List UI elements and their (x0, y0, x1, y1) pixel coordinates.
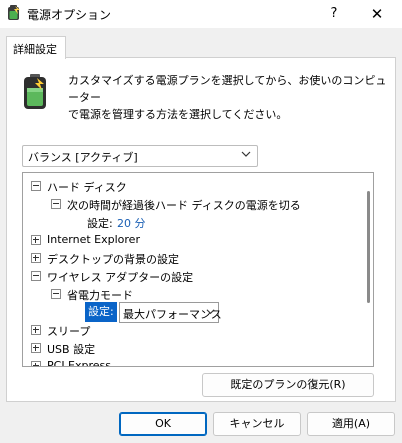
tree-item-label: PCI Express (47, 359, 112, 367)
setting-label: 設定: (87, 217, 113, 230)
ok-button[interactable]: OK (119, 412, 207, 436)
description-line-1: カスタマイズする電源プランを選択してから、お使いのコンピューター (68, 74, 387, 104)
tree-item-sleep[interactable]: スリープ (23, 321, 353, 339)
tree-item-wireless-adapter[interactable]: ワイヤレス アダプターの設定 (23, 267, 353, 285)
description-text: カスタマイズする電源プランを選択してから、お使いのコンピューター で電源を管理す… (68, 72, 388, 123)
tree-item-hard-disk-turn-off[interactable]: 次の時間が経過後ハード ディスクの電源を切る (23, 195, 353, 213)
tree-item-label: Internet Explorer (47, 233, 140, 246)
cancel-button[interactable]: キャンセル (213, 412, 301, 436)
setting-value-link[interactable]: 20 分 (117, 215, 146, 231)
tab-label: 詳細設定 (13, 43, 57, 56)
tab-advanced-settings[interactable]: 詳細設定 (6, 36, 66, 59)
tree-item-hard-disk-setting[interactable]: 設定: 20 分 (23, 213, 353, 231)
collapse-icon[interactable] (31, 271, 41, 281)
power-saving-select[interactable]: 最大パフォーマンス (119, 302, 222, 323)
tree-item-label: 省電力モード (67, 289, 133, 302)
power-plan-select[interactable]: バランス [アクティブ] (22, 145, 258, 167)
tree-item-pci-express[interactable]: PCI Express (23, 357, 353, 367)
power-plan-value: バランス [アクティブ] (28, 151, 138, 164)
tree-item-internet-explorer[interactable]: Internet Explorer (23, 231, 353, 249)
close-button[interactable]: ✕ (362, 3, 392, 25)
expand-icon[interactable] (31, 343, 41, 353)
tree-item-hard-disk[interactable]: ハード ディスク (23, 177, 353, 195)
tree-item-usb[interactable]: USB 設定 (23, 339, 353, 357)
chevron-down-icon (206, 309, 215, 315)
settings-tree[interactable]: ハード ディスク 次の時間が経過後ハード ディスクの電源を切る 設定: 20 分… (22, 172, 374, 367)
tree-item-label: スリープ (47, 325, 91, 338)
power-options-icon (8, 5, 20, 20)
expand-icon[interactable] (31, 325, 41, 335)
tree-item-label: USB 設定 (47, 343, 96, 356)
setting-label-selected: 設定: (85, 302, 117, 322)
tree-item-label: ハード ディスク (47, 181, 127, 194)
battery-icon (24, 74, 46, 109)
expand-icon[interactable] (31, 361, 41, 366)
expand-icon[interactable] (31, 235, 41, 245)
collapse-icon[interactable] (51, 289, 61, 299)
restore-defaults-button[interactable]: 既定のプランの復元(R) (202, 373, 374, 397)
chevron-down-icon (241, 151, 251, 157)
apply-button[interactable]: 適用(A) (307, 412, 395, 436)
vertical-scrollbar[interactable] (367, 191, 370, 303)
collapse-icon[interactable] (51, 199, 61, 209)
tree-item-label: 次の時間が経過後ハード ディスクの電源を切る (67, 199, 301, 212)
help-button[interactable]: ? (322, 3, 346, 25)
tree-item-power-saving-setting[interactable]: 設定: 最大パフォーマンス (23, 302, 353, 323)
window-title: 電源オプション (27, 8, 112, 22)
tree-item-desktop-background[interactable]: デスクトップの背景の設定 (23, 249, 353, 267)
tree-item-label: デスクトップの背景の設定 (47, 253, 179, 266)
collapse-icon[interactable] (31, 181, 41, 191)
expand-icon[interactable] (31, 253, 41, 263)
tree-item-label: ワイヤレス アダプターの設定 (47, 271, 194, 284)
tree-item-power-saving-mode[interactable]: 省電力モード (23, 285, 353, 303)
title-bar: 電源オプション ? ✕ (0, 0, 402, 28)
description-line-2: で電源を管理する方法を選択してください。 (68, 108, 288, 121)
